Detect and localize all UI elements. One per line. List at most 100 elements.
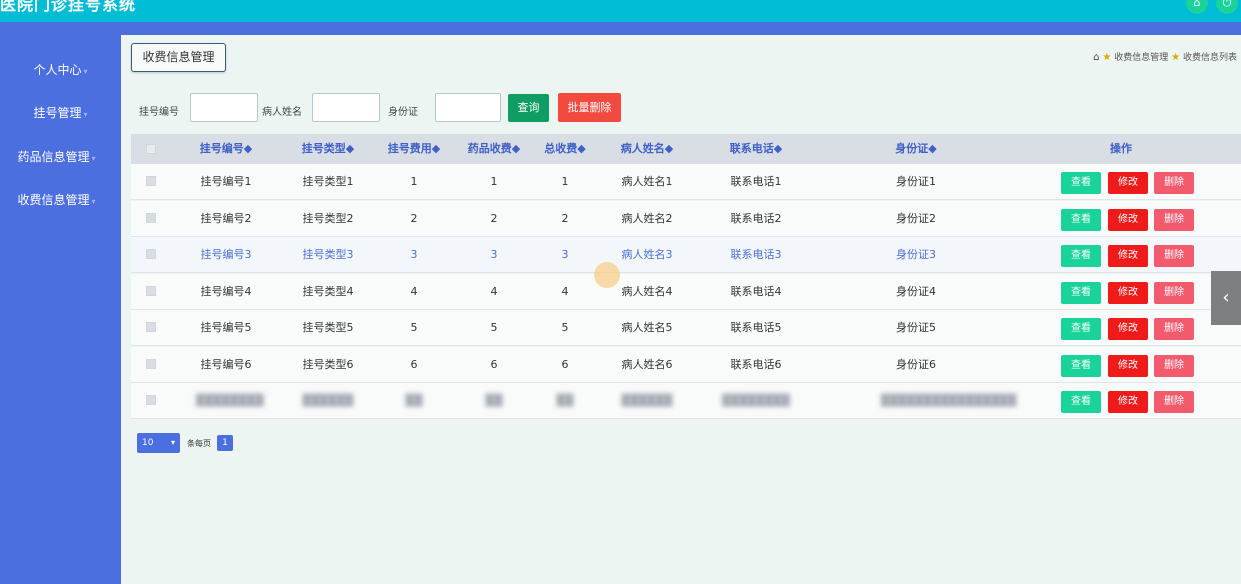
id-card-cell: 身份证5 <box>896 321 936 334</box>
drug-fee-cell: 6 <box>490 357 498 371</box>
sidebar-item-drugs[interactable]: 药品信息管理 ▾ <box>0 148 117 165</box>
user-icon[interactable]: ⌂ <box>1186 0 1208 14</box>
edit-button[interactable]: 修改 <box>1108 354 1148 377</box>
row-checkbox[interactable] <box>146 249 156 259</box>
table-row: 挂号编号6 挂号类型6 6 6 6 病人姓名6 联系电话6 身份证6 查看 修改 删除 <box>131 346 1241 383</box>
breadcrumb-item: 收费信息列表 <box>1182 53 1237 63</box>
row-checkbox[interactable] <box>146 322 156 332</box>
reg-fee-cell: 3 <box>410 248 418 261</box>
delete-button[interactable]: 删除 <box>1154 245 1194 267</box>
reg-fee-cell: 6 <box>410 357 418 371</box>
search-button[interactable]: 查询 <box>508 94 549 122</box>
phone-cell: 联系电话6 <box>730 357 782 371</box>
column-header-total-fee[interactable]: 总收费◆ <box>535 134 595 164</box>
view-button[interactable]: 查看 <box>1061 354 1101 377</box>
edit-button[interactable]: 修改 <box>1108 172 1148 194</box>
reg-no-input[interactable] <box>190 93 258 122</box>
view-button[interactable]: 查看 <box>1061 172 1101 194</box>
sidebar-item-label: 药品信息管理 <box>17 150 90 164</box>
column-header-patient-name[interactable]: 病人姓名◆ <box>612 134 682 164</box>
breadcrumb: ⌂ ★ 收费信息管理 ★ 收费信息列表 <box>1093 50 1237 63</box>
column-header-reg-fee[interactable]: 挂号费用◆ <box>384 134 444 164</box>
reg-no-cell: 挂号编号1 <box>200 175 252 188</box>
table-row: 挂号编号1 挂号类型1 1 1 1 病人姓名1 联系电话1 身份证1 查看 修改 删除 <box>131 164 1241 200</box>
view-button[interactable]: 查看 <box>1061 318 1101 340</box>
total-fee-cell: 6 <box>561 357 569 371</box>
sidebar-item-fees[interactable]: 收费信息管理 ▾ <box>0 191 117 208</box>
page-number-button[interactable]: 1 <box>217 435 233 451</box>
delete-button[interactable]: 删除 <box>1154 391 1194 413</box>
patient-name-cell: 病人姓名1 <box>621 175 673 188</box>
reg-fee-cell: 5 <box>410 321 418 334</box>
total-fee-cell: 4 <box>561 284 569 298</box>
id-card-input[interactable] <box>435 93 501 122</box>
search-label-id-card: 身份证 <box>388 107 418 118</box>
column-header-drug-fee[interactable]: 药品收费◆ <box>464 134 524 164</box>
sidebar-item-personal-center[interactable]: 个人中心 ▾ <box>0 61 121 78</box>
sidebar-item-registration[interactable]: 挂号管理 ▾ <box>0 104 121 121</box>
search-label-reg-no: 挂号编号 <box>139 107 179 118</box>
edit-button[interactable]: 修改 <box>1108 245 1148 267</box>
column-header-phone[interactable]: 联系电话◆ <box>721 134 791 164</box>
header-strip <box>0 22 1241 35</box>
total-fee-cell: 2 <box>561 211 569 225</box>
total-fee-cell: ██ <box>556 394 574 407</box>
table-header: 挂号编号◆ 挂号类型◆ 挂号费用◆ 药品收费◆ 总收费◆ 病人姓名◆ 联系电话◆… <box>131 134 1241 164</box>
delete-button[interactable]: 删除 <box>1154 208 1194 231</box>
reg-type-cell: ██████ <box>302 394 354 407</box>
patient-name-cell: 病人姓名2 <box>621 211 673 225</box>
patient-name-input[interactable] <box>312 93 380 122</box>
column-header-id-card[interactable]: 身份证◆ <box>881 134 951 164</box>
edit-button[interactable]: 修改 <box>1108 281 1148 304</box>
drug-fee-cell: 4 <box>490 284 498 298</box>
reg-no-cell: 挂号编号5 <box>200 321 252 334</box>
phone-cell: 联系电话2 <box>730 211 782 225</box>
page-size-select[interactable]: 10 ▾ <box>137 433 180 453</box>
chevron-down-icon: ▾ <box>83 67 88 76</box>
select-all-checkbox[interactable] <box>146 144 156 154</box>
reg-type-cell: 挂号类型3 <box>302 248 354 261</box>
chevron-down-icon: ▾ <box>83 110 88 119</box>
sidebar: 个人中心 ▾ 挂号管理 ▾ 药品信息管理 ▾ 收费信息管理 ▾ <box>0 35 121 584</box>
view-button[interactable]: 查看 <box>1061 245 1101 267</box>
id-card-cell: 身份证4 <box>896 284 936 298</box>
row-checkbox[interactable] <box>146 395 156 405</box>
home-icon[interactable]: ⌂ <box>1093 52 1099 63</box>
reg-no-cell: 挂号编号3 <box>200 248 252 261</box>
page-title-button[interactable]: 收费信息管理 <box>131 43 226 72</box>
drug-fee-cell: 2 <box>490 211 498 225</box>
column-header-reg-no[interactable]: 挂号编号◆ <box>196 134 256 164</box>
table-row: 挂号编号5 挂号类型5 5 5 5 病人姓名5 联系电话5 身份证5 查看 修改 删除 <box>131 310 1241 346</box>
table-row: 挂号编号4 挂号类型4 4 4 4 病人姓名4 联系电话4 身份证4 查看 修改 删除 <box>131 273 1241 310</box>
app-title: 医院门诊挂号系统 <box>0 0 137 14</box>
view-button[interactable]: 查看 <box>1061 391 1101 413</box>
edit-button[interactable]: 修改 <box>1108 208 1148 231</box>
view-button[interactable]: 查看 <box>1061 281 1101 304</box>
row-checkbox[interactable] <box>146 358 156 369</box>
total-fee-cell: 3 <box>561 248 569 261</box>
chevron-down-icon: ▾ <box>170 438 175 447</box>
patient-name-cell: ██████ <box>621 394 673 407</box>
delete-button[interactable]: 删除 <box>1154 354 1194 377</box>
edit-button[interactable]: 修改 <box>1108 391 1148 413</box>
row-checkbox[interactable] <box>146 285 156 296</box>
column-header-reg-type[interactable]: 挂号类型◆ <box>298 134 358 164</box>
delete-button[interactable]: 删除 <box>1154 318 1194 340</box>
row-checkbox[interactable] <box>146 212 156 223</box>
chevron-down-icon: ▾ <box>91 154 96 163</box>
panel-toggle-button[interactable]: ‹ <box>1211 271 1241 325</box>
reg-type-cell: 挂号类型5 <box>302 321 354 334</box>
delete-button[interactable]: 删除 <box>1154 172 1194 194</box>
row-checkbox[interactable] <box>146 176 156 186</box>
mouse-cursor-highlight <box>594 262 620 288</box>
logout-icon[interactable]: ⏻ <box>1216 0 1238 14</box>
star-icon: ★ <box>1171 52 1181 63</box>
edit-button[interactable]: 修改 <box>1108 318 1148 340</box>
drug-fee-cell: 1 <box>490 175 498 188</box>
reg-fee-cell: ██ <box>405 394 423 407</box>
view-button[interactable]: 查看 <box>1061 208 1101 231</box>
search-label-patient-name: 病人姓名 <box>262 107 302 118</box>
breadcrumb-item[interactable]: 收费信息管理 <box>1114 53 1168 63</box>
delete-button[interactable]: 删除 <box>1154 281 1194 304</box>
batch-delete-button[interactable]: 批量删除 <box>558 93 621 122</box>
